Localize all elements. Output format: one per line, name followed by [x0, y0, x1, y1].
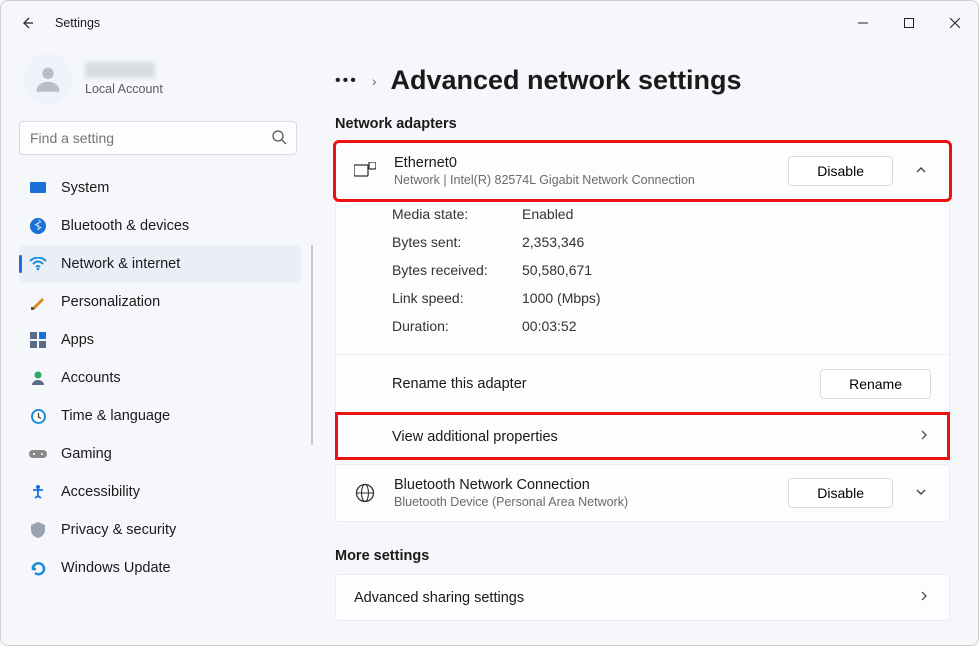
scroll-indicator	[311, 245, 313, 445]
adapter-header[interactable]: Bluetooth Network Connection Bluetooth D…	[336, 465, 949, 521]
section-more: More settings	[335, 548, 950, 564]
chevron-right-icon: ›	[372, 73, 377, 89]
adapter-name: Bluetooth Network Connection	[394, 477, 770, 493]
bluetooth-icon	[29, 217, 47, 235]
sidebar-item-apps[interactable]: Apps	[19, 321, 301, 359]
ethernet-icon	[354, 162, 376, 180]
adapter-sub: Bluetooth Device (Personal Area Network)	[394, 495, 770, 509]
adapter-name: Ethernet0	[394, 155, 770, 171]
globe-icon	[354, 483, 376, 503]
view-additional-properties[interactable]: View additional properties	[336, 413, 949, 459]
more-settings-card: Advanced sharing settings	[335, 574, 950, 621]
sidebar-nav: System Bluetooth & devices Network & int…	[19, 169, 301, 587]
chevron-down-icon[interactable]	[911, 485, 931, 502]
account-block[interactable]: Local Account	[19, 53, 301, 113]
gaming-icon	[29, 445, 47, 463]
detail-row: Bytes received:50,580,671	[392, 256, 931, 284]
detail-row: Bytes sent:2,353,346	[392, 228, 931, 256]
detail-row: Media state:Enabled	[392, 200, 931, 228]
close-button[interactable]	[932, 1, 978, 45]
system-icon	[29, 179, 47, 197]
search-input[interactable]	[19, 121, 297, 155]
personalization-icon	[29, 293, 47, 311]
account-name	[85, 62, 155, 78]
sidebar-item-privacy[interactable]: Privacy & security	[19, 511, 301, 549]
disable-button[interactable]: Disable	[788, 478, 893, 508]
chevron-right-icon	[917, 428, 931, 445]
adapter-card-bluetooth: Bluetooth Network Connection Bluetooth D…	[335, 464, 950, 522]
adapter-sub: Network | Intel(R) 82574L Gigabit Networ…	[394, 173, 770, 187]
maximize-button[interactable]	[886, 1, 932, 45]
sidebar-item-time[interactable]: Time & language	[19, 397, 301, 435]
minimize-button[interactable]	[840, 1, 886, 45]
account-type: Local Account	[85, 82, 163, 96]
disable-button[interactable]: Disable	[788, 156, 893, 186]
advanced-sharing-settings[interactable]: Advanced sharing settings	[336, 575, 949, 620]
sidebar-item-windows-update[interactable]: Windows Update	[19, 549, 301, 587]
apps-icon	[29, 331, 47, 349]
window-title: Settings	[55, 16, 100, 30]
detail-row: Link speed:1000 (Mbps)	[392, 284, 931, 312]
back-button[interactable]	[15, 15, 39, 31]
adapter-card-ethernet0: Ethernet0 Network | Intel(R) 82574L Giga…	[335, 142, 950, 200]
accessibility-icon	[29, 483, 47, 501]
chevron-up-icon[interactable]	[911, 163, 931, 180]
sidebar-item-bluetooth[interactable]: Bluetooth & devices	[19, 207, 301, 245]
sidebar-item-network[interactable]: Network & internet	[19, 245, 301, 283]
windows-update-icon	[29, 559, 47, 577]
time-icon	[29, 407, 47, 425]
rename-row: Rename this adapter Rename	[336, 354, 949, 413]
sidebar-item-personalization[interactable]: Personalization	[19, 283, 301, 321]
sidebar-item-accounts[interactable]: Accounts	[19, 359, 301, 397]
breadcrumb-overflow[interactable]: •••	[335, 72, 358, 90]
avatar	[23, 54, 73, 104]
search-icon	[271, 129, 287, 148]
privacy-icon	[29, 521, 47, 539]
adapter-header[interactable]: Ethernet0 Network | Intel(R) 82574L Giga…	[336, 143, 949, 199]
chevron-right-icon	[917, 589, 931, 606]
network-icon	[29, 255, 47, 273]
sidebar-item-system[interactable]: System	[19, 169, 301, 207]
detail-row: Duration:00:03:52	[392, 312, 931, 340]
accounts-icon	[29, 369, 47, 387]
sidebar-item-accessibility[interactable]: Accessibility	[19, 473, 301, 511]
section-adapters: Network adapters	[335, 116, 950, 132]
sidebar-item-gaming[interactable]: Gaming	[19, 435, 301, 473]
adapter-details-card: Media state:Enabled Bytes sent:2,353,346…	[335, 200, 950, 460]
rename-button[interactable]: Rename	[820, 369, 931, 399]
page-title: Advanced network settings	[390, 65, 741, 96]
